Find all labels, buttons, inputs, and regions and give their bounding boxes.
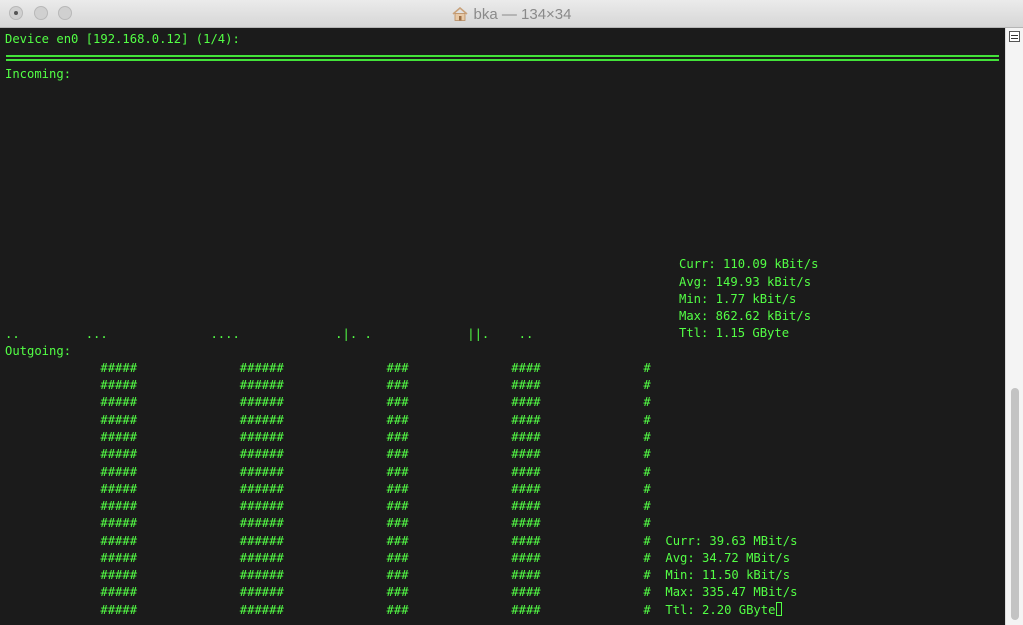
incoming-min: Min: 1.77 kBit/s — [679, 292, 797, 306]
outgoing-graph-row: ##### ###### ### #### # Max: 335.47 MBit… — [5, 585, 798, 599]
outgoing-graph-row: ##### ###### ### #### # — [5, 395, 651, 409]
separator-line — [6, 55, 999, 61]
incoming-avg: Avg: 149.93 kBit/s — [679, 275, 812, 289]
outgoing-graph-row: ##### ###### ### #### # — [5, 413, 651, 427]
outgoing-graph-row: ##### ###### ### #### # — [5, 361, 651, 375]
device-header: Device en0 [192.168.0.12] (1/4): — [5, 32, 240, 46]
incoming-max: Max: 862.62 kBit/s — [679, 309, 812, 323]
incoming-curr: Curr: 110.09 kBit/s — [679, 257, 819, 271]
vertical-scrollbar[interactable] — [1005, 28, 1023, 625]
text-cursor — [776, 602, 783, 616]
home-icon — [451, 7, 468, 21]
outgoing-graph-row: ##### ###### ### #### # Ttl: 2.20 GByte — [5, 603, 776, 617]
outgoing-graph-row: ##### ###### ### #### # — [5, 499, 651, 513]
incoming-label: Incoming: — [5, 67, 72, 81]
scrollbar-thumb[interactable] — [1011, 388, 1019, 620]
outgoing-graph-row: ##### ###### ### #### # Curr: 39.63 MBit… — [5, 534, 798, 548]
terminal-window: bka — 134×34 Device en0 [192.168.0.12] (… — [0, 0, 1023, 625]
outgoing-last-row: ##### ###### ### #### # Ttl: 2.20 GByte — [5, 602, 783, 619]
outgoing-graph-row: ##### ###### ### #### # Avg: 34.72 MBit/… — [5, 551, 791, 565]
outgoing-graph-row: ##### ###### ### #### # — [5, 482, 651, 496]
title-bar[interactable]: bka — 134×34 — [0, 0, 1023, 28]
outgoing-graph-row: ##### ###### ### #### # — [5, 516, 651, 530]
outgoing-graph-row: ##### ###### ### #### # — [5, 378, 651, 392]
outgoing-graph-row: ##### ###### ### #### # — [5, 447, 651, 461]
terminal-content[interactable]: Device en0 [192.168.0.12] (1/4): Incomin… — [0, 28, 1005, 625]
incoming-graph: .. ... .... .|. . ||. .. — [5, 327, 534, 341]
split-pane-icon[interactable] — [1009, 31, 1020, 42]
outgoing-graph-row: ##### ###### ### #### # — [5, 465, 651, 479]
outgoing-graph-row: ##### ###### ### #### # Min: 11.50 kBit/… — [5, 568, 791, 582]
outgoing-graph-row: ##### ###### ### #### # — [5, 430, 651, 444]
title-wrap: bka — 134×34 — [0, 0, 1023, 28]
outgoing-label: Outgoing: — [5, 344, 72, 358]
incoming-ttl: Ttl: 1.15 GByte — [679, 326, 790, 340]
window-title: bka — 134×34 — [473, 5, 572, 23]
